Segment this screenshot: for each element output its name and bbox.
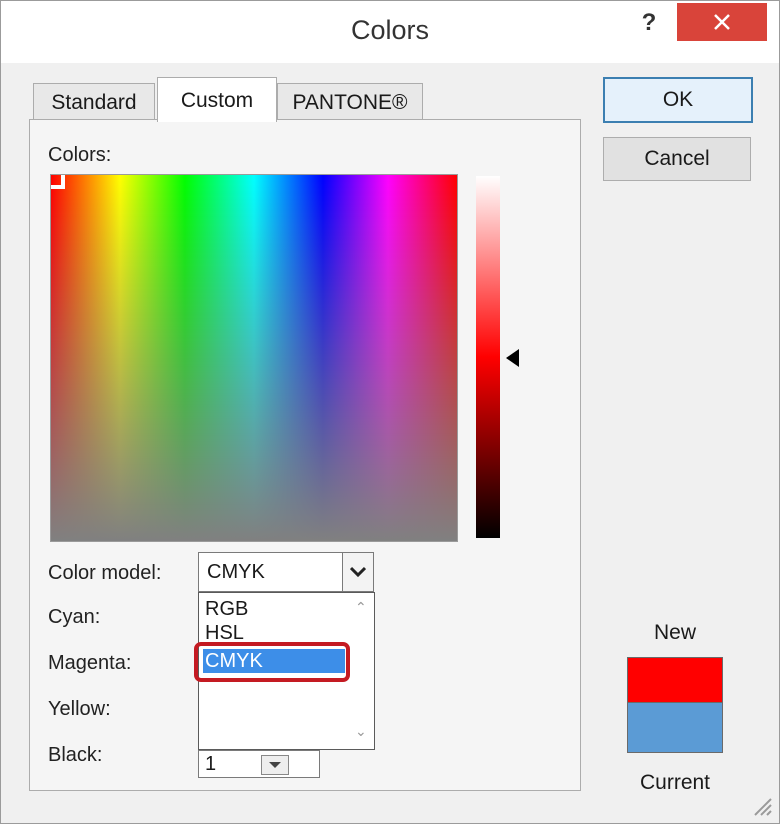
new-color-swatch xyxy=(627,657,723,703)
custom-tab-panel: Colors: Color model: CMYK Cyan: Magenta:… xyxy=(29,119,581,791)
dropdown-scrollbar[interactable]: ⌃ ⌄ xyxy=(348,593,374,749)
color-model-select[interactable]: CMYK xyxy=(198,552,374,592)
spin-down-icon xyxy=(269,762,281,768)
chevron-down-icon xyxy=(350,566,366,578)
tab-standard[interactable]: Standard xyxy=(33,83,155,120)
help-button[interactable]: ? xyxy=(629,5,669,41)
black-spinner[interactable] xyxy=(261,755,289,775)
option-rgb[interactable]: RGB xyxy=(203,597,345,621)
close-icon xyxy=(714,14,730,30)
ok-button[interactable]: OK xyxy=(603,77,753,123)
color-model-value: CMYK xyxy=(207,561,265,583)
colors-label: Colors: xyxy=(48,144,112,166)
magenta-label: Magenta: xyxy=(48,652,132,674)
title-bar: Colors ? xyxy=(1,1,779,63)
scroll-down-icon[interactable]: ⌄ xyxy=(355,723,367,740)
cyan-label: Cyan: xyxy=(48,606,101,628)
crosshair-icon[interactable] xyxy=(51,175,65,189)
slider-arrow-icon[interactable] xyxy=(506,349,519,367)
new-label: New xyxy=(653,621,696,644)
luminance-slider[interactable] xyxy=(476,176,500,538)
color-model-label: Color model: xyxy=(48,562,162,584)
color-spectrum-picker[interactable] xyxy=(50,174,458,542)
cmyk-highlight-callout xyxy=(194,642,350,682)
tab-custom[interactable]: Custom xyxy=(157,77,277,122)
resize-grip-icon[interactable] xyxy=(747,791,773,817)
colors-dialog: Colors ? Standard Custom PANTONE® Colors… xyxy=(0,0,780,824)
close-button[interactable] xyxy=(677,3,767,41)
scroll-up-icon[interactable]: ⌃ xyxy=(355,599,367,616)
cancel-button[interactable]: Cancel xyxy=(603,137,751,181)
tab-pantone[interactable]: PANTONE® xyxy=(277,83,423,120)
dropdown-button[interactable] xyxy=(342,553,373,591)
current-label: Current xyxy=(639,771,711,794)
yellow-label: Yellow: xyxy=(48,698,111,720)
black-field[interactable]: 1 xyxy=(198,750,320,778)
black-label: Black: xyxy=(48,744,103,766)
current-color-swatch xyxy=(627,703,723,753)
black-value: 1 xyxy=(205,753,217,775)
